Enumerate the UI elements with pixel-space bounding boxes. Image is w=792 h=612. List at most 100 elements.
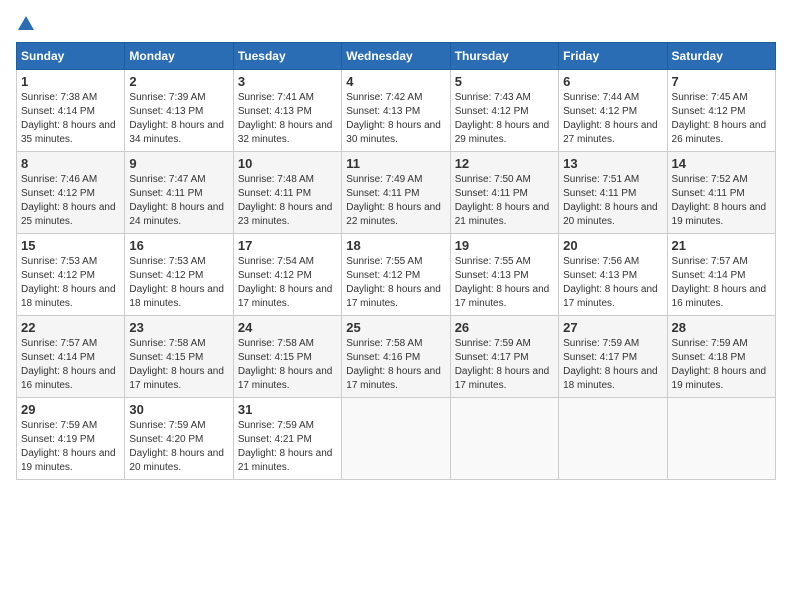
calendar-cell: 29Sunrise: 7:59 AMSunset: 4:19 PMDayligh…: [17, 398, 125, 480]
calendar-cell: 22 Sunrise: 7:57 AMSunset: 4:14 PMDayligh…: [17, 316, 125, 398]
day-number: 8: [21, 156, 120, 171]
day-number: 9: [129, 156, 228, 171]
day-number: 25: [346, 320, 445, 335]
calendar-cell: 16Sunrise: 7:53 AMSunset: 4:12 PMDayligh…: [125, 234, 233, 316]
day-number: 6: [563, 74, 662, 89]
day-info: Sunrise: 7:59 AMSunset: 4:17 PMDaylight:…: [455, 337, 554, 393]
day-info: Sunrise: 7:38 AMSunset: 4:14 PMDaylight:…: [21, 91, 120, 147]
day-info: Sunrise: 7:39 AMSunset: 4:13 PMDaylight:…: [129, 91, 228, 147]
day-info: Sunrise: 7:48 AMSunset: 4:11 PMDaylight:…: [238, 173, 337, 229]
calendar-cell: 4 Sunrise: 7:42 AMSunset: 4:13 PMDaylight…: [342, 70, 450, 152]
day-info: Sunrise: 7:53 AMSunset: 4:12 PMDaylight:…: [21, 255, 120, 311]
page-header: [16, 16, 776, 32]
day-number: 26: [455, 320, 554, 335]
calendar-cell: 2 Sunrise: 7:39 AMSunset: 4:13 PMDaylight…: [125, 70, 233, 152]
calendar-cell: 9 Sunrise: 7:47 AMSunset: 4:11 PMDaylight…: [125, 152, 233, 234]
calendar-cell: 10 Sunrise: 7:48 AMSunset: 4:11 PMDayligh…: [233, 152, 341, 234]
day-number: 18: [346, 238, 445, 253]
calendar-cell: 27Sunrise: 7:59 AMSunset: 4:17 PMDayligh…: [559, 316, 667, 398]
day-number: 10: [238, 156, 337, 171]
day-number: 20: [563, 238, 662, 253]
calendar-cell: 13Sunrise: 7:51 AMSunset: 4:11 PMDayligh…: [559, 152, 667, 234]
weekday-header-saturday: Saturday: [667, 43, 775, 70]
day-info: Sunrise: 7:50 AMSunset: 4:11 PMDaylight:…: [455, 173, 554, 229]
day-info: Sunrise: 7:58 AMSunset: 4:16 PMDaylight:…: [346, 337, 445, 393]
day-info: Sunrise: 7:47 AMSunset: 4:11 PMDaylight:…: [129, 173, 228, 229]
day-number: 28: [672, 320, 771, 335]
day-info: Sunrise: 7:58 AMSunset: 4:15 PMDaylight:…: [238, 337, 337, 393]
day-info: Sunrise: 7:51 AMSunset: 4:11 PMDaylight:…: [563, 173, 662, 229]
calendar-cell: 6 Sunrise: 7:44 AMSunset: 4:12 PMDaylight…: [559, 70, 667, 152]
day-number: 5: [455, 74, 554, 89]
day-info: Sunrise: 7:42 AMSunset: 4:13 PMDaylight:…: [346, 91, 445, 147]
calendar-cell: 8 Sunrise: 7:46 AMSunset: 4:12 PMDaylight…: [17, 152, 125, 234]
day-info: Sunrise: 7:41 AMSunset: 4:13 PMDaylight:…: [238, 91, 337, 147]
day-number: 21: [672, 238, 771, 253]
calendar-cell: 14Sunrise: 7:52 AMSunset: 4:11 PMDayligh…: [667, 152, 775, 234]
calendar-cell: 15 Sunrise: 7:53 AMSunset: 4:12 PMDayligh…: [17, 234, 125, 316]
weekday-header-wednesday: Wednesday: [342, 43, 450, 70]
logo-triangle-icon: [18, 16, 34, 30]
calendar-cell: [559, 398, 667, 480]
calendar-cell: 19 Sunrise: 7:55 AMSunset: 4:13 PMDayligh…: [450, 234, 558, 316]
day-info: Sunrise: 7:52 AMSunset: 4:11 PMDaylight:…: [672, 173, 771, 229]
day-number: 12: [455, 156, 554, 171]
day-number: 31: [238, 402, 337, 417]
day-info: Sunrise: 7:44 AMSunset: 4:12 PMDaylight:…: [563, 91, 662, 147]
weekday-header-monday: Monday: [125, 43, 233, 70]
day-info: Sunrise: 7:46 AMSunset: 4:12 PMDaylight:…: [21, 173, 120, 229]
calendar-cell: 18 Sunrise: 7:55 AMSunset: 4:12 PMDayligh…: [342, 234, 450, 316]
day-info: Sunrise: 7:59 AMSunset: 4:21 PMDaylight:…: [238, 419, 337, 475]
day-info: Sunrise: 7:43 AMSunset: 4:12 PMDaylight:…: [455, 91, 554, 147]
day-number: 22: [21, 320, 120, 335]
day-number: 3: [238, 74, 337, 89]
day-number: 27: [563, 320, 662, 335]
calendar-cell: 3 Sunrise: 7:41 AMSunset: 4:13 PMDaylight…: [233, 70, 341, 152]
day-number: 15: [21, 238, 120, 253]
calendar-cell: [667, 398, 775, 480]
calendar-cell: 23 Sunrise: 7:58 AMSunset: 4:15 PMDayligh…: [125, 316, 233, 398]
day-info: Sunrise: 7:55 AMSunset: 4:12 PMDaylight:…: [346, 255, 445, 311]
day-number: 16: [129, 238, 228, 253]
day-number: 4: [346, 74, 445, 89]
calendar-cell: 31 Sunrise: 7:59 AMSunset: 4:21 PMDayligh…: [233, 398, 341, 480]
day-info: Sunrise: 7:57 AMSunset: 4:14 PMDaylight:…: [21, 337, 120, 393]
calendar-cell: 26 Sunrise: 7:59 AMSunset: 4:17 PMDayligh…: [450, 316, 558, 398]
calendar-cell: 28 Sunrise: 7:59 AMSunset: 4:18 PMDayligh…: [667, 316, 775, 398]
calendar-cell: [450, 398, 558, 480]
calendar-cell: 1 Sunrise: 7:38 AMSunset: 4:14 PMDaylight…: [17, 70, 125, 152]
calendar-cell: 11Sunrise: 7:49 AMSunset: 4:11 PMDayligh…: [342, 152, 450, 234]
day-info: Sunrise: 7:59 AMSunset: 4:20 PMDaylight:…: [129, 419, 228, 475]
weekday-header-thursday: Thursday: [450, 43, 558, 70]
day-info: Sunrise: 7:58 AMSunset: 4:15 PMDaylight:…: [129, 337, 228, 393]
weekday-header-tuesday: Tuesday: [233, 43, 341, 70]
day-info: Sunrise: 7:45 AMSunset: 4:12 PMDaylight:…: [672, 91, 771, 147]
day-info: Sunrise: 7:55 AMSunset: 4:13 PMDaylight:…: [455, 255, 554, 311]
calendar-cell: 7 Sunrise: 7:45 AMSunset: 4:12 PMDaylight…: [667, 70, 775, 152]
day-info: Sunrise: 7:59 AMSunset: 4:18 PMDaylight:…: [672, 337, 771, 393]
calendar-cell: 5 Sunrise: 7:43 AMSunset: 4:12 PMDaylight…: [450, 70, 558, 152]
day-number: 17: [238, 238, 337, 253]
calendar-cell: [342, 398, 450, 480]
calendar-cell: 17 Sunrise: 7:54 AMSunset: 4:12 PMDayligh…: [233, 234, 341, 316]
day-info: Sunrise: 7:57 AMSunset: 4:14 PMDaylight:…: [672, 255, 771, 311]
day-number: 30: [129, 402, 228, 417]
weekday-header-friday: Friday: [559, 43, 667, 70]
day-number: 7: [672, 74, 771, 89]
calendar-cell: 21 Sunrise: 7:57 AMSunset: 4:14 PMDayligh…: [667, 234, 775, 316]
day-number: 2: [129, 74, 228, 89]
calendar-table: SundayMondayTuesdayWednesdayThursdayFrid…: [16, 42, 776, 480]
calendar-cell: 12 Sunrise: 7:50 AMSunset: 4:11 PMDayligh…: [450, 152, 558, 234]
day-number: 1: [21, 74, 120, 89]
day-info: Sunrise: 7:54 AMSunset: 4:12 PMDaylight:…: [238, 255, 337, 311]
calendar-cell: 25 Sunrise: 7:58 AMSunset: 4:16 PMDayligh…: [342, 316, 450, 398]
calendar-cell: 30 Sunrise: 7:59 AMSunset: 4:20 PMDayligh…: [125, 398, 233, 480]
day-number: 29: [21, 402, 120, 417]
day-info: Sunrise: 7:56 AMSunset: 4:13 PMDaylight:…: [563, 255, 662, 311]
calendar-cell: 20 Sunrise: 7:56 AMSunset: 4:13 PMDayligh…: [559, 234, 667, 316]
day-number: 24: [238, 320, 337, 335]
logo: [16, 16, 34, 32]
day-number: 11: [346, 156, 445, 171]
day-number: 23: [129, 320, 228, 335]
day-number: 19: [455, 238, 554, 253]
